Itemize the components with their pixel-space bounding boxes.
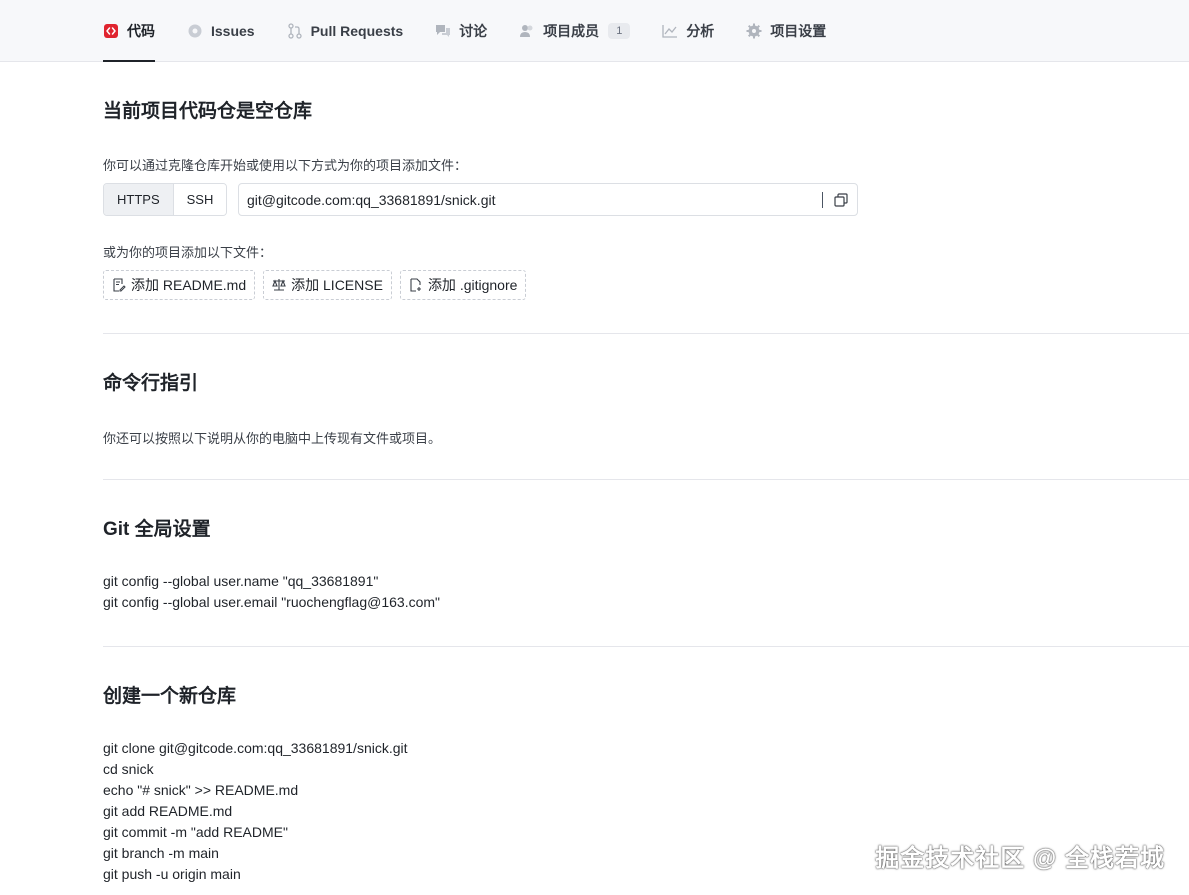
settings-gear-icon: [746, 23, 762, 39]
member-count-badge: 1: [608, 23, 631, 39]
file-add-icon: [410, 278, 421, 292]
command-line: git commit -m "add README": [103, 824, 288, 840]
tab-code[interactable]: 代码: [103, 0, 155, 62]
git-config-title: Git 全局设置: [103, 519, 211, 540]
command-line: git config --global user.email "ruocheng…: [103, 594, 440, 610]
divider: [822, 191, 823, 208]
add-license-label: 添加 LICENSE: [291, 277, 383, 293]
tab-label: Issues: [211, 23, 255, 39]
discussion-icon: [435, 23, 451, 39]
cli-description: 你还可以按照以下说明从你的电脑中上传现有文件或项目。: [103, 431, 442, 446]
tab-pull-requests[interactable]: Pull Requests: [287, 0, 404, 62]
command-line: git branch -m main: [103, 845, 219, 861]
watermark: 掘金技术社区 @ 全栈若城: [875, 845, 1165, 872]
section-divider: [103, 479, 1189, 480]
add-readme-label: 添加 README.md: [131, 277, 247, 293]
https-option[interactable]: HTTPS: [104, 184, 174, 215]
command-line: git push -u origin main: [103, 866, 241, 882]
repo-tabs: 代码 Issues Pull Requests 讨论 项目成员 1 分析 项目设…: [103, 0, 858, 62]
add-gitignore-button[interactable]: 添加 .gitignore: [399, 270, 527, 300]
command-line: git clone git@gitcode.com:qq_33681891/sn…: [103, 740, 408, 756]
clone-url-box: [238, 183, 858, 216]
tab-label: Pull Requests: [310, 23, 404, 39]
issues-icon: [187, 23, 203, 39]
new-repo-title: 创建一个新仓库: [103, 686, 237, 707]
clone-hint: 你可以通过克隆仓库开始或使用以下方式为你的项目添加文件：: [103, 158, 468, 173]
command-line: cd snick: [103, 761, 154, 777]
top-navigation: 代码 Issues Pull Requests 讨论 项目成员 1 分析 项目设…: [0, 0, 1189, 62]
add-gitignore-label: 添加 .gitignore: [427, 277, 518, 293]
add-license-button[interactable]: 添加 LICENSE: [263, 270, 392, 300]
section-divider: [103, 333, 1189, 334]
tab-issues[interactable]: Issues: [187, 0, 255, 62]
members-icon: [519, 23, 535, 39]
clone-url-input[interactable]: [247, 191, 822, 208]
git-config-commands: git config --global user.name "qq_336818…: [103, 571, 440, 613]
document-edit-icon: [113, 278, 126, 292]
tab-discussion[interactable]: 讨论: [435, 0, 487, 62]
tab-analytics[interactable]: 分析: [662, 0, 714, 62]
tab-label: 代码: [127, 23, 155, 39]
tab-label: 分析: [686, 23, 715, 39]
add-files-hint: 或为你的项目添加以下文件：: [103, 245, 273, 260]
code-icon: [103, 23, 119, 39]
ssh-option[interactable]: SSH: [173, 184, 227, 215]
tab-settings[interactable]: 项目设置: [746, 0, 826, 62]
command-line: git add README.md: [103, 803, 233, 819]
tab-members[interactable]: 项目成员 1: [519, 0, 631, 62]
pull-request-icon: [287, 23, 303, 39]
protocol-switch: HTTPS SSH: [103, 183, 228, 216]
tab-label: 项目设置: [770, 23, 827, 39]
command-line: echo "# snick" >> README.md: [103, 782, 299, 798]
tab-label: 项目成员: [543, 23, 600, 39]
empty-repo-title: 当前项目代码仓是空仓库: [103, 101, 313, 122]
cli-title: 命令行指引: [103, 373, 199, 394]
copy-icon[interactable]: [833, 192, 849, 208]
tab-label: 讨论: [459, 23, 488, 39]
scale-icon: [272, 279, 286, 291]
new-repo-commands: git clone git@gitcode.com:qq_33681891/sn…: [103, 738, 408, 885]
analytics-icon: [662, 23, 678, 39]
add-readme-button[interactable]: 添加 README.md: [103, 270, 256, 300]
command-line: git config --global user.name "qq_336818…: [103, 573, 379, 589]
add-file-buttons: 添加 README.md 添加 LICENSE 添加 .gitignore: [103, 270, 534, 300]
section-divider: [103, 646, 1189, 647]
